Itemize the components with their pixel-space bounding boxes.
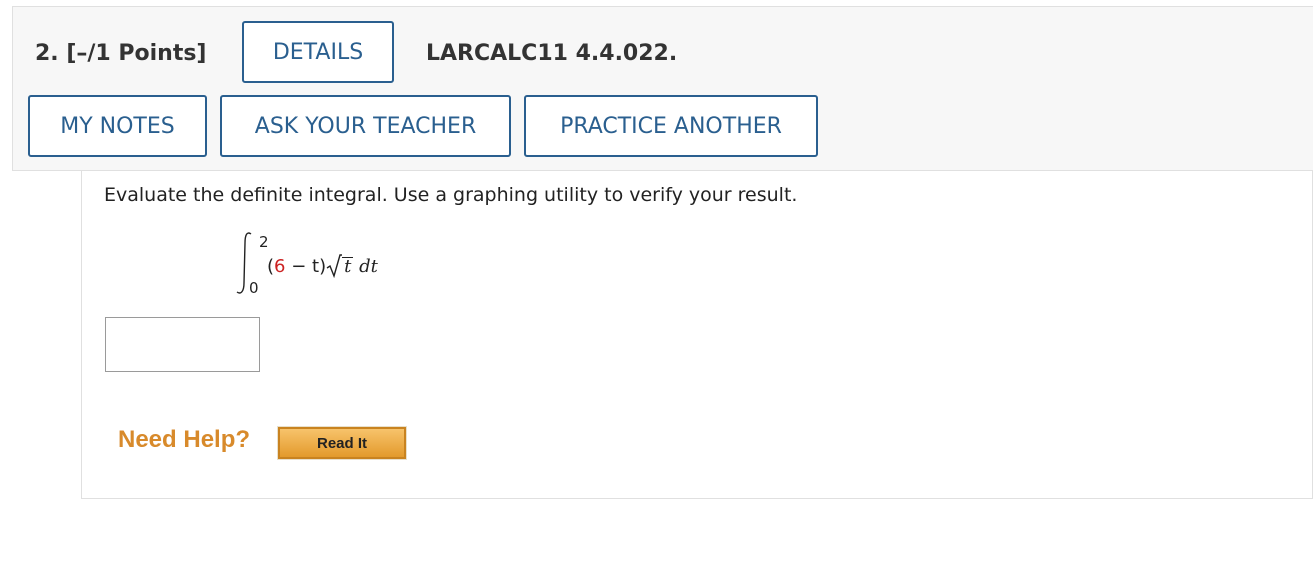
problem-code: LARCALC11 4.4.022. — [426, 41, 678, 66]
read-it-button[interactable]: Read It — [277, 426, 407, 460]
problem-prompt: Evaluate the definite integral. Use a gr… — [104, 184, 798, 206]
details-button[interactable]: DETAILS — [242, 21, 394, 83]
answer-input[interactable] — [105, 317, 260, 372]
ask-teacher-button[interactable]: ASK YOUR TEACHER — [220, 95, 511, 157]
differential: dt — [359, 256, 378, 277]
question-body: Evaluate the definite integral. Use a gr… — [81, 171, 1313, 499]
question-points-label: 2. [–/1 Points] — [35, 41, 207, 66]
integrand-coefficient: 6 — [274, 256, 286, 277]
integrand-minus-t: − t) — [285, 256, 327, 277]
sqrt-radical-icon — [326, 254, 343, 279]
question-header: 2. [–/1 Points] DETAILS LARCALC11 4.4.02… — [12, 6, 1313, 171]
need-help-label: Need Help? — [118, 426, 251, 453]
my-notes-button[interactable]: MY NOTES — [28, 95, 207, 157]
lower-limit: 0 — [249, 279, 259, 297]
open-paren: ( — [267, 256, 275, 277]
sqrt-radicand: t — [342, 256, 354, 277]
upper-limit: 2 — [259, 233, 269, 251]
integrand: (6 − t) t dt — [267, 254, 378, 279]
integral-expression: 2 0 (6 − t) t dt — [227, 229, 427, 299]
practice-another-button[interactable]: PRACTICE ANOTHER — [524, 95, 818, 157]
